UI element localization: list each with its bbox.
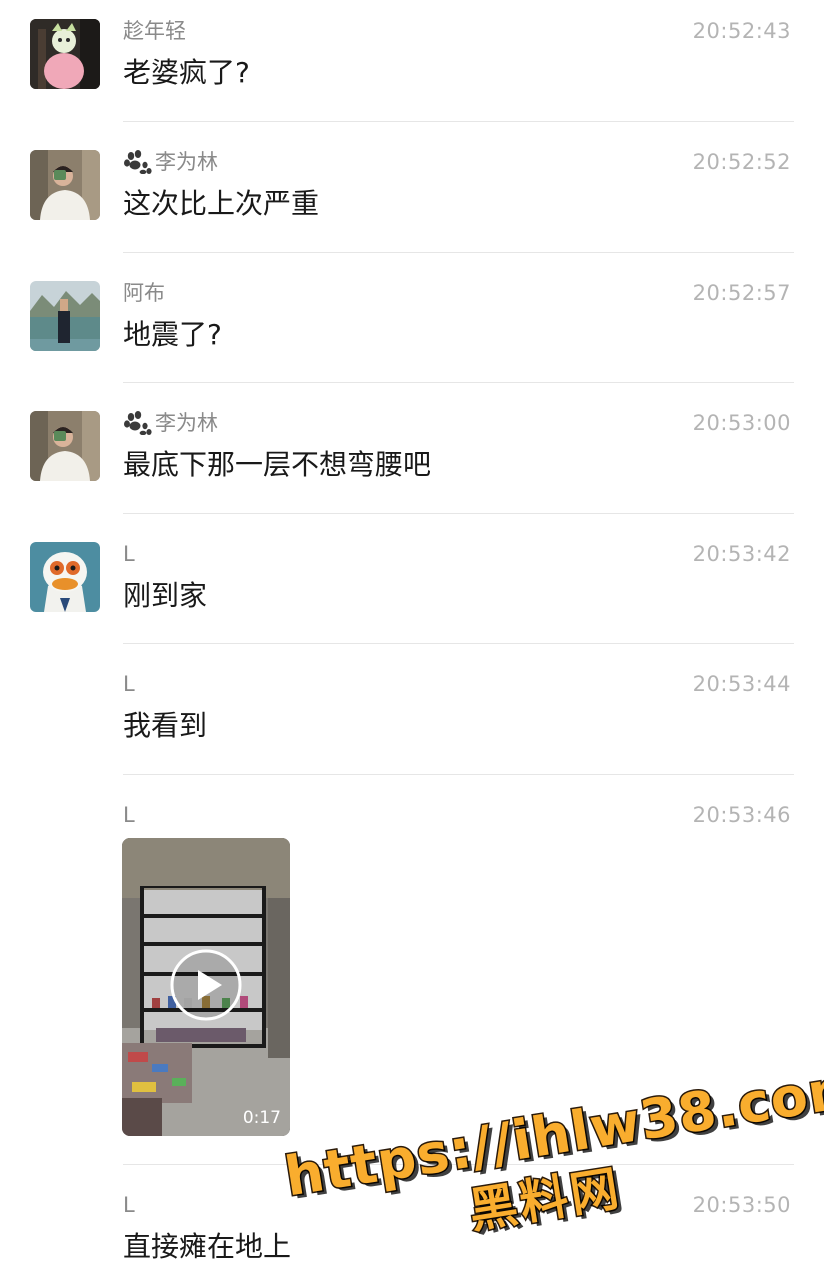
timestamp: 20:53:00: [692, 411, 791, 435]
sender-name: L: [123, 672, 135, 696]
sender-name: L: [123, 803, 135, 827]
message-text[interactable]: 刚到家: [123, 579, 207, 613]
separator: [123, 513, 794, 514]
play-icon[interactable]: [169, 948, 243, 1022]
sender-name: 阿布: [123, 281, 165, 305]
avatar[interactable]: [30, 150, 100, 220]
sender-name: 李为林: [123, 411, 218, 435]
separator: [123, 643, 794, 644]
sender-name: L: [123, 542, 135, 566]
timestamp: 20:52:57: [692, 281, 791, 305]
separator: [123, 252, 794, 253]
avatar[interactable]: [30, 411, 100, 481]
video-duration: 0:17: [242, 1108, 281, 1128]
avatar[interactable]: [30, 281, 100, 351]
separator: [123, 121, 794, 122]
message-text[interactable]: 老婆疯了?: [123, 56, 250, 90]
message-text[interactable]: 这次比上次严重: [123, 187, 319, 221]
timestamp: 20:53:50: [692, 1193, 791, 1217]
timestamp: 20:53:42: [692, 542, 791, 566]
sender-name: 李为林: [123, 150, 218, 174]
timestamp: 20:53:46: [692, 803, 791, 827]
video-message[interactable]: 0:17: [122, 838, 290, 1136]
message-text[interactable]: 直接瘫在地上: [123, 1230, 291, 1264]
timestamp: 20:53:44: [692, 672, 791, 696]
separator: [123, 382, 794, 383]
avatar[interactable]: [30, 19, 100, 89]
timestamp: 20:52:43: [692, 19, 791, 43]
sender-name: L: [123, 1193, 135, 1217]
message-text[interactable]: 地震了?: [123, 318, 222, 352]
paw-icon: [124, 150, 152, 174]
paw-icon: [124, 411, 152, 435]
separator: [123, 774, 794, 775]
message-text[interactable]: 我看到: [123, 709, 207, 743]
message-text[interactable]: 最底下那一层不想弯腰吧: [123, 448, 431, 482]
avatar[interactable]: [30, 542, 100, 612]
timestamp: 20:52:52: [692, 150, 791, 174]
sender-name: 趁年轻: [123, 19, 186, 43]
